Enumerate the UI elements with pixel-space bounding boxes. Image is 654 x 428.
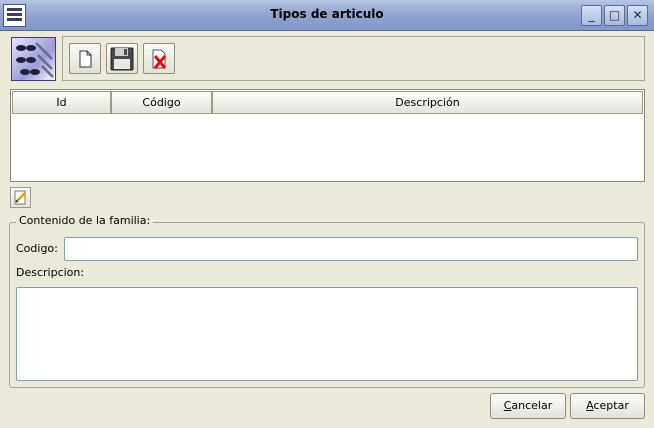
column-header-codigo[interactable]: Código [111, 91, 212, 114]
accept-button[interactable]: Aceptar [570, 393, 645, 419]
group-title: Contenido de la familia: [16, 214, 154, 227]
title-bar[interactable]: Tipos de articulo _ □ ✕ [0, 0, 654, 31]
close-button[interactable]: ✕ [627, 5, 648, 26]
cancel-button[interactable]: Cancelar [490, 393, 566, 419]
glasses-tools-icon[interactable] [11, 37, 56, 81]
codigo-input[interactable] [64, 237, 638, 261]
edit-pencil-icon [14, 190, 26, 205]
maximize-button[interactable]: □ [604, 5, 625, 26]
descripcion-label: Descripcion: [16, 266, 85, 279]
edit-button[interactable] [10, 187, 31, 208]
save-button[interactable] [106, 43, 138, 74]
delete-button[interactable] [143, 43, 175, 74]
new-button[interactable] [69, 43, 101, 74]
articles-table[interactable]: Id Código Descripción [10, 89, 645, 182]
column-header-descripcion[interactable]: Descripción [212, 91, 643, 114]
cancel-label: ancelar [511, 399, 553, 412]
window-title: Tipos de articulo [270, 7, 384, 21]
delete-document-icon [152, 49, 167, 69]
accept-label: ceptar [593, 399, 629, 412]
minimize-button[interactable]: _ [581, 5, 602, 26]
column-header-id[interactable]: Id [12, 91, 111, 114]
save-floppy-icon [110, 47, 134, 71]
new-document-icon [79, 50, 92, 68]
descripcion-textarea[interactable] [16, 287, 638, 381]
codigo-label: Codigo: [16, 242, 58, 255]
